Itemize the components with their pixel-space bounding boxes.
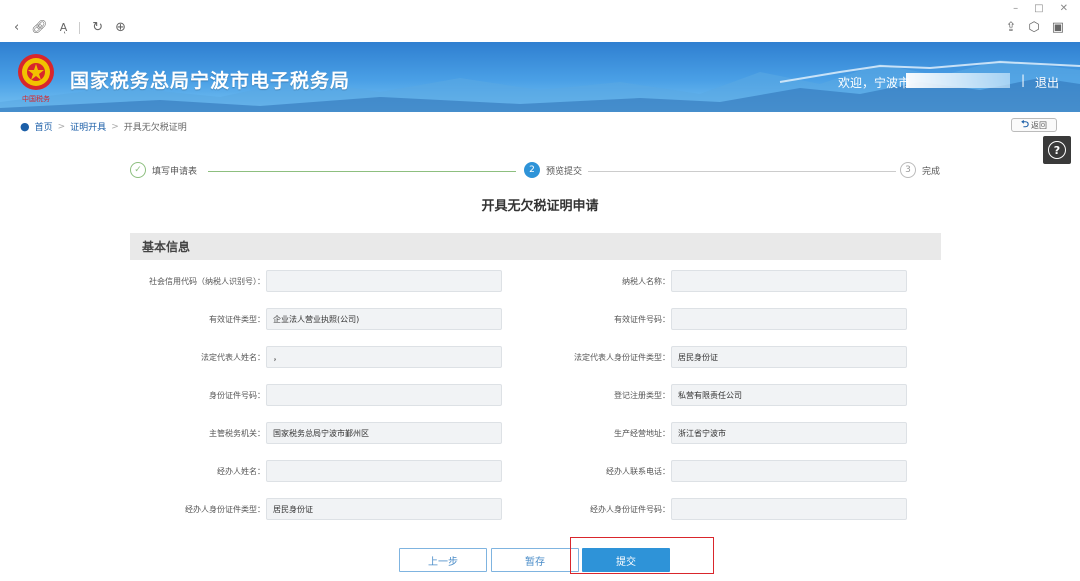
business-address-input[interactable]: 浙江省宁波市: [671, 422, 907, 444]
header-divider: |: [1021, 73, 1026, 87]
progress-steps: ✓ 填写申请表 2 预览提交 3 完成: [130, 162, 940, 182]
field-label: 生产经营地址：: [614, 429, 670, 438]
back-icon[interactable]: ‹: [14, 20, 19, 35]
agent-phone-input[interactable]: [671, 460, 907, 482]
field-label: 有效证件类型：: [209, 315, 265, 324]
field-label: 经办人联系电话：: [606, 467, 670, 476]
check-icon: ✓: [130, 162, 146, 178]
refresh-icon[interactable]: ↻: [92, 20, 103, 35]
breadcrumb: ● 首页 > 证明开具 > 开具无欠税证明: [20, 120, 187, 133]
breadcrumb-current: 开具无欠税证明: [123, 123, 187, 133]
agent-id-type-input[interactable]: 居民身份证: [266, 498, 502, 520]
form-title: 开具无欠税证明申请: [481, 199, 599, 214]
step-number: 3: [900, 162, 916, 178]
collections-icon[interactable]: ▣: [1052, 20, 1064, 35]
step-preview-submit: 2 预览提交: [520, 162, 589, 178]
field-label: 有效证件号码：: [614, 315, 670, 324]
field-label: 社会信用代码（纳税人识别号）：: [149, 277, 265, 286]
tax-emblem-logo: 中国税务: [18, 54, 54, 103]
id-type-input[interactable]: 企业法人营业执照(公司): [266, 308, 502, 330]
return-arrow-icon: ⮌: [1020, 118, 1029, 130]
step-label: 填写申请表: [152, 166, 198, 177]
tax-authority-input[interactable]: 国家税务总局宁波市鄞州区: [266, 422, 502, 444]
step-fill-form: ✓ 填写申请表: [130, 162, 204, 178]
field-label: 身份证件号码：: [209, 391, 265, 400]
credit-code-input[interactable]: [266, 270, 502, 292]
logout-link[interactable]: 退出: [1035, 74, 1059, 91]
back-button[interactable]: ⮌ 返回: [1011, 118, 1057, 132]
browser-right-tools: ⇪ ⬡ ▣: [1005, 20, 1064, 35]
previous-step-button[interactable]: 上一步: [399, 548, 487, 572]
step-complete: 3 完成: [896, 162, 940, 178]
compass-icon[interactable]: ⊕: [115, 20, 126, 35]
step-connector: [208, 171, 516, 172]
step-label: 完成: [922, 166, 941, 177]
share-icon[interactable]: ⇪: [1005, 20, 1016, 35]
agent-name-input[interactable]: [266, 460, 502, 482]
toolbar-divider: [79, 21, 81, 34]
redacted-username: [906, 73, 1010, 88]
submit-highlight-annotation: [570, 537, 714, 574]
taxpayer-name-input[interactable]: [671, 270, 907, 292]
field-label: 登记注册类型：: [614, 391, 670, 400]
section-basic-info: 基本信息: [130, 233, 941, 260]
field-label: 主管税务机关：: [209, 429, 265, 438]
field-label: 纳税人名称：: [622, 277, 670, 286]
browser-toolbar: ‹ 🔗︎ Aͅ ↻ ⊕ – □ ✕ ⇪ ⬡ ▣: [0, 0, 1080, 42]
breadcrumb-separator: >: [111, 121, 119, 132]
breadcrumb-certificate[interactable]: 证明开具: [70, 120, 106, 133]
link-icon[interactable]: 🔗︎: [31, 20, 48, 35]
id-doc-number-input[interactable]: [671, 308, 907, 330]
breadcrumb-separator: >: [57, 121, 66, 132]
minimize-icon[interactable]: –: [1013, 3, 1018, 14]
legal-rep-name-input[interactable]: ，: [266, 346, 502, 368]
site-header: 中国税务 国家税务总局宁波市电子税务局 欢迎，宁波市 | 退出: [0, 42, 1080, 112]
field-label: 法定代表人身份证件类型：: [574, 353, 670, 362]
restore-icon[interactable]: □: [1034, 3, 1043, 14]
help-button[interactable]: ?: [1043, 136, 1071, 164]
field-label: 经办人身份证件号码：: [590, 505, 670, 514]
location-pin-icon: ●: [20, 120, 30, 133]
browser-nav-tools: ‹ 🔗︎ Aͅ ↻ ⊕: [14, 20, 126, 35]
agent-id-number-input[interactable]: [671, 498, 907, 520]
extension-icon[interactable]: ⬡: [1028, 20, 1039, 35]
field-label: 法定代表人姓名：: [201, 353, 265, 362]
step-connector: [586, 171, 896, 172]
field-label: 经办人身份证件类型：: [185, 505, 265, 514]
read-aloud-icon[interactable]: Aͅ: [60, 21, 68, 34]
save-draft-button[interactable]: 暂存: [491, 548, 579, 572]
back-label: 返回: [1031, 120, 1047, 130]
legal-rep-id-type-input[interactable]: 居民身份证: [671, 346, 907, 368]
field-label: 经办人姓名：: [217, 467, 265, 476]
site-title: 国家税务总局宁波市电子税务局: [70, 70, 351, 92]
registration-type-input[interactable]: 私营有限责任公司: [671, 384, 907, 406]
close-icon[interactable]: ✕: [1060, 3, 1068, 14]
id-number-input[interactable]: [266, 384, 502, 406]
help-icon: ?: [1048, 141, 1066, 159]
step-number: 2: [524, 162, 540, 178]
svg-text:中国税务: 中国税务: [22, 94, 50, 103]
welcome-text: 欢迎，宁波市: [838, 76, 911, 90]
window-controls: – □ ✕: [1013, 3, 1068, 14]
breadcrumb-home[interactable]: 首页: [35, 120, 53, 133]
step-label: 预览提交: [546, 166, 583, 177]
